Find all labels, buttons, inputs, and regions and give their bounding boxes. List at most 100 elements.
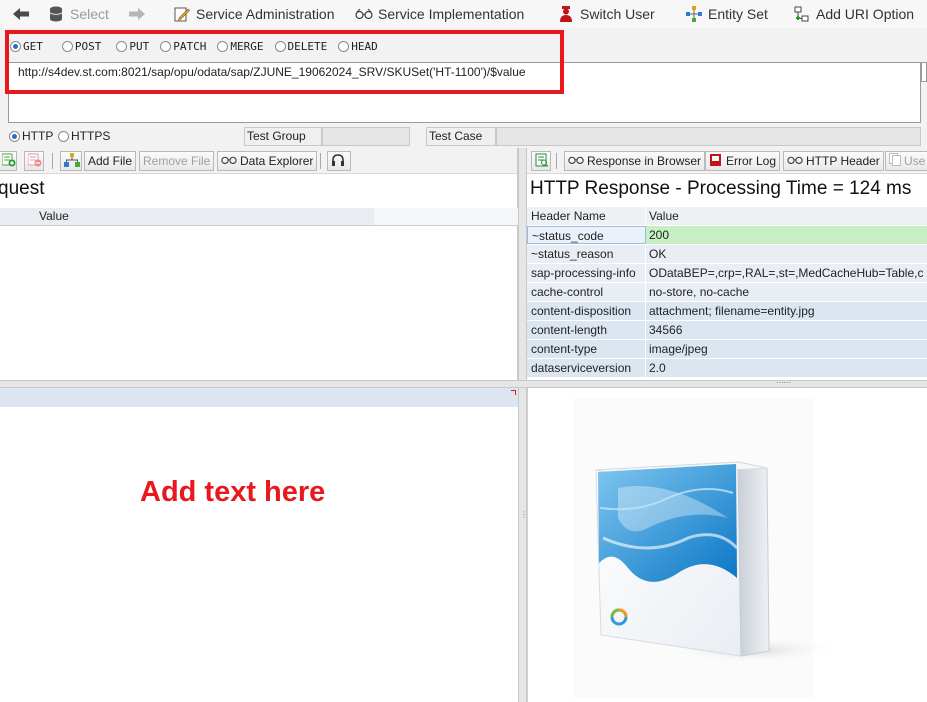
method-label: GET [23, 40, 43, 53]
request-toolbar: Add File Remove File Data Explorer [0, 148, 517, 174]
add-row-button[interactable] [0, 151, 17, 171]
test-case-input[interactable] [496, 127, 921, 146]
delete-row-button[interactable] [24, 151, 44, 171]
response-in-browser-button[interactable]: Response in Browser [564, 151, 706, 171]
protocol-radio-http[interactable]: HTTP [9, 129, 53, 143]
error-log-label: Error Log [726, 154, 777, 168]
url-scroll-tab[interactable] [921, 62, 927, 82]
method-radio-get[interactable]: GET [10, 40, 43, 53]
request-panel: Add File Remove File Data Explorer quest… [0, 148, 518, 380]
request-url-text[interactable]: http://s4dev.st.com:8021/sap/opu/odata/s… [18, 65, 526, 79]
radio-selected-icon [10, 41, 21, 52]
radio-icon [160, 41, 172, 52]
entity-set-button[interactable]: Entity Set [685, 2, 768, 26]
editor-header-strip [0, 388, 518, 407]
radio-icon [58, 130, 69, 142]
remove-file-label: Remove File [143, 154, 211, 168]
splitter-grip-icon: ⋯⋯ [776, 378, 791, 387]
add-uri-option-label: Add URI Option [816, 6, 915, 22]
toolbar-separator [556, 153, 557, 169]
toolbar-separator [320, 153, 321, 169]
header-name-cell: ~status_reason [527, 245, 646, 263]
use-button[interactable]: Use [885, 151, 927, 171]
entity-set-label: Entity Set [708, 6, 768, 22]
add-text-annotation: Add text here [140, 476, 326, 508]
method-radio-put[interactable]: PUT [116, 40, 149, 53]
table-row[interactable]: content-type image/jpeg [527, 340, 927, 359]
radio-icon [61, 41, 73, 52]
table-header-value: Value [36, 208, 374, 226]
response-toolbar: Response in Browser Error Log HTTP Heade… [527, 148, 927, 174]
table-row[interactable]: sap-processing-info ODataBEP=,crp=,RAL=,… [527, 264, 927, 283]
vertical-splitter[interactable]: ⋮ [518, 148, 528, 702]
table-row[interactable]: ~status_code 200 [527, 226, 927, 245]
header-name-cell: sap-processing-info [527, 264, 646, 282]
error-log-button[interactable]: Error Log [705, 151, 781, 171]
document-search-icon [535, 153, 549, 170]
service-implementation-button[interactable]: Service Implementation [355, 2, 524, 26]
method-label: MERGE [230, 40, 264, 53]
table-row[interactable]: dataserviceversion 2.0 [527, 359, 927, 378]
test-group-label: Test Group [244, 127, 322, 146]
data-explorer-button[interactable]: Data Explorer [217, 151, 318, 171]
method-radio-delete[interactable]: DELETE [274, 40, 328, 53]
database-icon [47, 5, 65, 23]
method-label: DELETE [287, 40, 328, 53]
method-label: HEAD [351, 40, 378, 53]
response-panel-title: HTTP Response - Processing Time = 124 ms [530, 178, 912, 199]
headset-button[interactable] [327, 151, 351, 171]
method-radio-head[interactable]: HEAD [338, 40, 378, 53]
header-name-cell: content-type [527, 340, 646, 358]
method-radio-merge[interactable]: MERGE [217, 40, 264, 53]
add-row-icon [1, 153, 16, 170]
forward-button[interactable] [128, 2, 146, 26]
headset-icon [331, 153, 345, 170]
header-value-cell: OK [646, 245, 927, 263]
header-name-cell: cache-control [527, 283, 646, 301]
back-button[interactable] [12, 2, 30, 26]
table-row[interactable]: cache-control no-store, no-cache [527, 283, 927, 302]
test-group-input[interactable] [322, 127, 410, 146]
hierarchy-button[interactable] [60, 151, 82, 171]
header-name-cell: dataserviceversion [527, 359, 646, 377]
table-row[interactable]: content-length 34566 [527, 321, 927, 340]
radio-icon [274, 41, 286, 52]
select-button[interactable]: Select [47, 2, 109, 26]
header-value-cell: ODataBEP=,crp=,RAL=,st=,MedCacheHub=Tabl… [646, 264, 927, 282]
main-toolbar: Select Service Administration Service Im… [0, 0, 927, 28]
http-header-button[interactable]: HTTP Header [783, 151, 884, 171]
header-value-cell: attachment; filename=entity.jpg [646, 302, 927, 320]
table-header-cell [0, 208, 36, 226]
header-name-column: Header Name [527, 207, 646, 225]
glasses-icon [221, 154, 237, 168]
horizontal-splitter[interactable]: ⋯⋯ [0, 378, 927, 388]
service-administration-label: Service Administration [196, 6, 335, 22]
method-radio-patch[interactable]: PATCH [160, 40, 206, 53]
response-panel: Response in Browser Error Log HTTP Heade… [527, 148, 927, 380]
header-name-cell: content-length [527, 321, 646, 339]
service-implementation-label: Service Implementation [378, 6, 525, 22]
radio-icon [217, 41, 229, 52]
data-explorer-label: Data Explorer [240, 154, 314, 168]
protocol-label: HTTP [22, 129, 54, 143]
table-header-row: Header Name Value [527, 207, 927, 226]
refresh-button[interactable] [531, 151, 551, 171]
protocol-row: HTTP HTTPS Test Group Test Case [0, 127, 927, 147]
add-uri-option-button[interactable]: Add URI Option [793, 2, 914, 26]
service-administration-button[interactable]: Service Administration [173, 2, 335, 26]
user-icon [557, 5, 575, 23]
response-in-browser-label: Response in Browser [587, 154, 702, 168]
method-radio-post[interactable]: POST [61, 40, 101, 53]
request-body-editor[interactable] [0, 388, 518, 702]
header-value-cell: no-store, no-cache [646, 283, 927, 301]
table-row[interactable]: content-disposition attachment; filename… [527, 302, 927, 321]
table-row[interactable]: ~status_reason OK [527, 245, 927, 264]
protocol-radio-https[interactable]: HTTPS [58, 129, 110, 143]
http-header-label: HTTP Header [806, 154, 880, 168]
add-file-button[interactable]: Add File [84, 151, 137, 171]
corner-marker [511, 390, 516, 395]
remove-file-button[interactable]: Remove File [139, 151, 215, 171]
edit-document-icon [173, 5, 191, 23]
switch-user-button[interactable]: Switch User [557, 2, 655, 26]
switch-user-label: Switch User [580, 6, 655, 22]
